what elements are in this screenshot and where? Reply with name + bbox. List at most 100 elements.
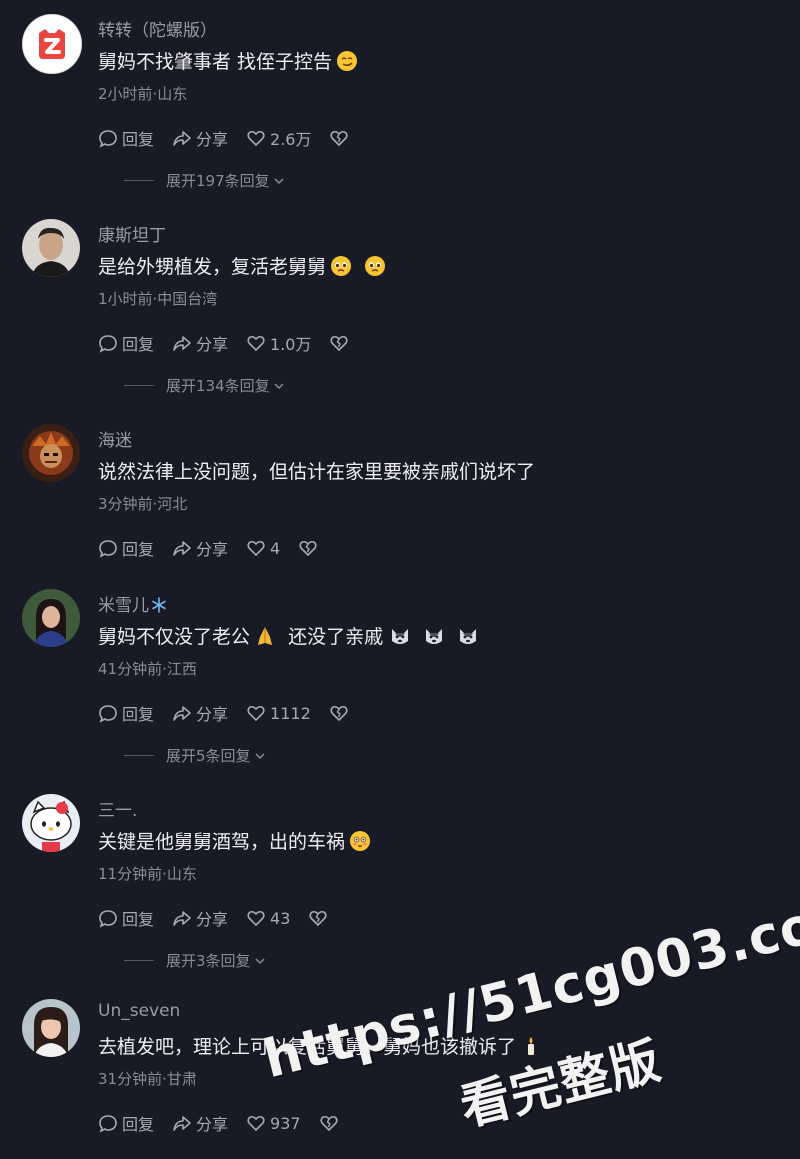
- username[interactable]: 海迷: [98, 426, 132, 451]
- comment-text-body: 说然法律上没问题，但估计在家里要被亲戚们说坏了: [98, 461, 536, 483]
- dislike-button[interactable]: [329, 128, 353, 148]
- husky-emoji-icon: [392, 629, 409, 644]
- dislike-button[interactable]: [329, 333, 353, 353]
- reply-button[interactable]: 回复: [98, 1111, 154, 1135]
- share-button[interactable]: 分享: [172, 701, 228, 725]
- broken-heart-icon: [330, 130, 349, 147]
- heart-icon: [247, 910, 265, 927]
- comment-text: 舅妈不找肇事者 找侄子控告: [98, 47, 358, 74]
- reply-label: 回复: [122, 910, 155, 929]
- expand-replies[interactable]: 展开3条回复: [124, 950, 266, 971]
- share-button[interactable]: 分享: [172, 331, 228, 355]
- reply-button[interactable]: 回复: [98, 536, 154, 560]
- username[interactable]: 三一.: [98, 796, 137, 821]
- anime-character-icon: [22, 424, 80, 482]
- share-arrow-icon: [173, 911, 191, 926]
- reply-button[interactable]: 回复: [98, 906, 154, 930]
- share-label: 分享: [196, 910, 229, 929]
- chevron-down-icon: [274, 382, 284, 389]
- reply-label: 回复: [122, 540, 155, 559]
- snowflake-icon: [152, 597, 166, 613]
- share-button[interactable]: 分享: [172, 126, 228, 150]
- dislike-button[interactable]: [298, 538, 322, 558]
- broken-heart-icon: [320, 1115, 338, 1132]
- reply-button[interactable]: 回复: [98, 126, 154, 150]
- like-button[interactable]: 2.6万: [246, 126, 311, 150]
- heart-icon: [247, 130, 265, 147]
- share-arrow-icon: [173, 1116, 191, 1131]
- broken-heart-icon: [309, 910, 327, 927]
- comment-text-body: 舅妈不找肇事者 找侄子控告: [98, 51, 333, 73]
- chevron-down-icon: [255, 752, 265, 759]
- avatar[interactable]: [22, 219, 80, 277]
- comment-time-location: 2小时前·山东: [98, 85, 188, 103]
- expand-replies[interactable]: 展开134条回复: [124, 375, 285, 396]
- comment-time-location: 11分钟前·山东: [98, 865, 197, 883]
- username[interactable]: Un_seven: [98, 1001, 180, 1021]
- like-count: 43: [270, 908, 291, 928]
- hello-kitty-icon: [22, 794, 80, 852]
- like-button[interactable]: 1112: [246, 703, 311, 723]
- man-portrait-icon: [22, 219, 80, 277]
- broken-heart-icon: [330, 705, 348, 722]
- expand-replies-label: 展开134条回复: [166, 377, 270, 395]
- heart-icon: [247, 540, 265, 557]
- divider: [124, 385, 154, 386]
- like-button[interactable]: 43: [246, 908, 290, 928]
- avatar[interactable]: [22, 424, 80, 482]
- expand-replies-label: 展开5条回复: [166, 747, 251, 765]
- comment-actions: 回复 分享 4: [98, 536, 340, 560]
- reply-button[interactable]: 回复: [98, 331, 154, 355]
- expand-replies-label: 展开197条回复: [166, 172, 270, 190]
- comment-actions: 回复 分享 1.0万: [98, 331, 371, 355]
- comment-time-location: 31分钟前·甘肃: [98, 1070, 197, 1088]
- share-label: 分享: [196, 1115, 229, 1134]
- share-arrow-icon: [173, 336, 191, 351]
- avatar[interactable]: [22, 999, 80, 1057]
- divider: [124, 180, 154, 181]
- share-label: 分享: [196, 335, 229, 354]
- avatar[interactable]: [22, 14, 82, 74]
- comment-actions: 回复 分享 937: [98, 1111, 361, 1135]
- husky-emoji-icon: [460, 629, 477, 644]
- reply-button[interactable]: 回复: [98, 701, 154, 725]
- avatar[interactable]: [22, 589, 80, 647]
- flushed-emoji-icon: [350, 831, 371, 851]
- heart-icon: [247, 1115, 265, 1132]
- expand-replies[interactable]: 展开197条回复: [124, 170, 285, 191]
- share-button[interactable]: 分享: [172, 906, 228, 930]
- zhuanzhuan-logo-icon: [23, 15, 81, 73]
- share-arrow-icon: [173, 706, 191, 721]
- dislike-button[interactable]: [308, 908, 332, 928]
- share-label: 分享: [196, 540, 229, 559]
- dislike-button[interactable]: [319, 1113, 343, 1133]
- comment-time-location: 41分钟前·江西: [98, 660, 197, 678]
- chevron-down-icon: [255, 957, 265, 964]
- like-button[interactable]: 937: [246, 1113, 301, 1133]
- expand-replies-label: 展开3条回复: [166, 952, 251, 970]
- like-button[interactable]: 1.0万: [246, 331, 311, 355]
- comment-actions: 回复 分享 2.6万: [98, 126, 371, 150]
- comment-time-location: 3分钟前·河北: [98, 495, 188, 513]
- like-count: 937: [270, 1113, 301, 1133]
- share-label: 分享: [196, 130, 229, 149]
- username[interactable]: 米雪儿: [98, 591, 167, 616]
- pleading-emoji-icon: [331, 256, 352, 276]
- share-button[interactable]: 分享: [172, 1111, 228, 1135]
- comment-text: 是给外甥植发，复活老舅舅: [98, 252, 386, 279]
- reply-label: 回复: [122, 1115, 155, 1134]
- like-button[interactable]: 4: [246, 538, 280, 558]
- username[interactable]: 康斯坦丁: [98, 221, 166, 246]
- avatar[interactable]: [22, 794, 80, 852]
- like-count: 1.0万: [270, 335, 312, 354]
- expand-replies[interactable]: 展开5条回复: [124, 745, 266, 766]
- like-count: 2.6万: [270, 130, 312, 149]
- reply-label: 回复: [122, 335, 155, 354]
- username[interactable]: 转转（陀螺版）: [98, 16, 217, 41]
- comment-text-body: 关键是他舅舅酒驾，出的车祸: [98, 831, 346, 853]
- dislike-button[interactable]: [329, 703, 353, 723]
- divider: [124, 960, 154, 961]
- share-button[interactable]: 分享: [172, 536, 228, 560]
- comment-text-body: 是给外甥植发，复活老舅舅: [98, 256, 327, 278]
- reply-bubble-icon: [99, 1115, 117, 1133]
